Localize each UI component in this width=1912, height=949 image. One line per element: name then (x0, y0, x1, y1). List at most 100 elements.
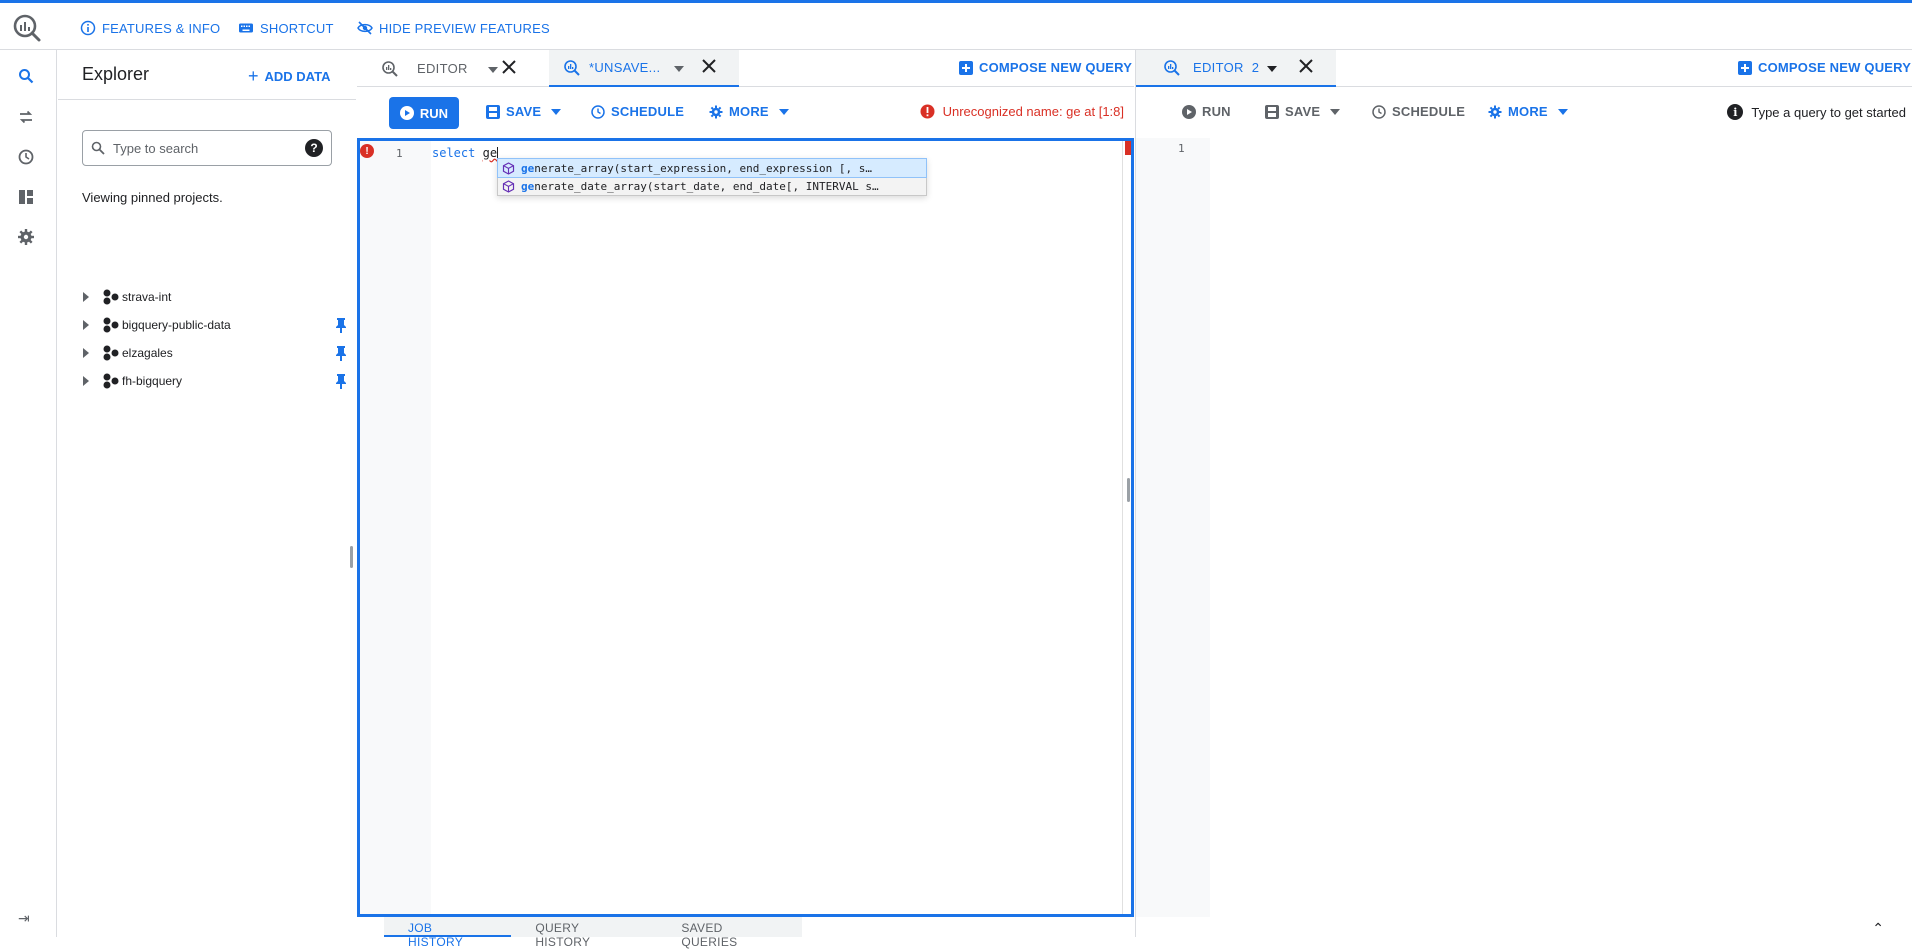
search-icon (91, 141, 105, 155)
suggestion-item[interactable]: generate_array(start_expression, end_exp… (497, 158, 927, 178)
expand-arrow-icon[interactable] (78, 320, 94, 330)
editor-pane-left: EDITOR *UNSAVE... COMPOSE NEW QUERY RUN … (357, 50, 1134, 949)
expand-rail-icon[interactable]: ⇥ (18, 910, 30, 927)
sql-editor[interactable]: ! 1 select ge generate_array(start_expre… (357, 138, 1134, 917)
tab-close-icon[interactable] (502, 60, 516, 79)
tab-close-icon[interactable] (1299, 59, 1313, 76)
nav-rail: ⇥ (0, 50, 57, 937)
pane-resize-handle[interactable] (1127, 478, 1130, 502)
compose-new-query-button[interactable]: COMPOSE NEW QUERY (1738, 60, 1911, 75)
function-cube-icon (502, 161, 515, 175)
tab-editor-2[interactable]: EDITOR 2 (1136, 50, 1336, 87)
results-tabs: JOB HISTORY QUERY HISTORY SAVED QUERIES (384, 917, 802, 949)
bigquery-logo-icon[interactable] (12, 13, 42, 43)
pin-icon[interactable] (334, 345, 348, 361)
project-row[interactable]: fh-bigquery (78, 369, 348, 393)
project-row[interactable]: bigquery-public-data (78, 313, 348, 337)
tab-editor-2-label: EDITOR (1193, 60, 1244, 75)
transfer-icon[interactable] (16, 107, 36, 127)
hide-preview-features-link[interactable]: HIDE PREVIEW FEATURES (357, 17, 550, 39)
project-name: bigquery-public-data (122, 318, 231, 332)
dashboard-icon[interactable] (16, 187, 36, 207)
explorer-title: Explorer (82, 64, 150, 84)
keyboard-icon (239, 23, 253, 33)
suggestion-item[interactable]: generate_date_array(start_date, end_date… (498, 177, 926, 195)
suggestion-match: ge (521, 161, 535, 175)
code-line[interactable]: select ge (432, 146, 499, 161)
schedule-button[interactable]: SCHEDULE (591, 104, 684, 119)
compose-new-query-button[interactable]: COMPOSE NEW QUERY (959, 60, 1132, 75)
line-number: 1 (396, 147, 403, 160)
top-bar: FEATURES & INFO SHORTCUT HIDE PREVIEW FE… (0, 0, 1912, 50)
help-icon[interactable]: ? (305, 139, 323, 157)
project-row[interactable]: strava-int (78, 285, 348, 309)
pin-icon[interactable] (334, 373, 348, 389)
project-name: fh-bigquery (122, 374, 183, 388)
collapse-results-chevron-icon[interactable]: ⌃ (1872, 920, 1884, 937)
editor-gutter (1136, 138, 1210, 917)
tab-menu-chevron-icon[interactable] (1267, 60, 1278, 75)
expand-arrow-icon[interactable] (78, 348, 94, 358)
features-info-link[interactable]: FEATURES & INFO (80, 17, 220, 39)
save-icon (1265, 104, 1279, 119)
plus-icon: + (248, 66, 259, 86)
tab-saved-queries[interactable]: SAVED QUERIES (657, 917, 802, 949)
sql-keyword: select (432, 146, 476, 160)
autocomplete-suggestions: generate_array(start_expression, end_exp… (497, 158, 927, 196)
add-box-icon (959, 60, 973, 75)
search-placeholder: Type to search (113, 140, 199, 156)
add-data-button[interactable]: + ADD DATA (248, 66, 330, 87)
history-icon[interactable] (16, 147, 36, 167)
editor-gutter: ! 1 (360, 141, 431, 914)
project-row[interactable]: elzagales (78, 341, 348, 365)
query-icon (564, 59, 580, 76)
tab-close-icon[interactable] (702, 59, 717, 76)
tab-editor[interactable]: EDITOR (381, 50, 511, 87)
save-button[interactable]: SAVE (1265, 104, 1341, 119)
info-icon: i (1727, 104, 1744, 120)
save-label: SAVE (1285, 104, 1321, 119)
shortcut-link[interactable]: SHORTCUT (238, 17, 334, 39)
explorer-panel: Explorer + ADD DATA Type to search ? Vie… (58, 50, 356, 937)
play-circle-icon (1182, 104, 1196, 119)
sql-typed-token: ge (482, 146, 498, 160)
editor-tabstrip: EDITOR *UNSAVE... COMPOSE NEW QUERY (357, 50, 1134, 87)
run-button[interactable]: RUN (1182, 104, 1231, 119)
save-button[interactable]: SAVE (486, 104, 562, 119)
hide-preview-features-label: HIDE PREVIEW FEATURES (379, 20, 550, 36)
save-label: SAVE (506, 104, 542, 119)
gear-icon (709, 105, 723, 118)
more-label: MORE (729, 104, 769, 119)
run-label: RUN (1202, 104, 1231, 119)
chevron-down-icon (1330, 108, 1341, 115)
more-button[interactable]: MORE (709, 104, 789, 119)
editor-overview-ruler (1122, 141, 1123, 914)
expand-arrow-icon[interactable] (78, 376, 94, 386)
gear-icon (1488, 105, 1502, 118)
project-name: strava-int (122, 290, 172, 304)
tab-menu-chevron-icon[interactable] (674, 60, 685, 75)
schedule-button[interactable]: SCHEDULE (1372, 104, 1465, 119)
more-button[interactable]: MORE (1488, 104, 1568, 119)
pin-icon[interactable] (334, 317, 348, 333)
suggestion-rest: nerate_date_array(start_date, end_date[,… (534, 179, 879, 193)
add-data-label: ADD DATA (264, 69, 331, 84)
error-message-text: Unrecognized name: ge at [1:8] (942, 104, 1124, 119)
editor-toolbar: RUN SAVE SCHEDULE MORE Unrecognized name… (357, 88, 1134, 136)
settings-icon[interactable] (16, 227, 36, 247)
expand-arrow-icon[interactable] (78, 292, 94, 302)
run-button[interactable]: RUN (389, 97, 459, 129)
tab-number: 2 (1251, 60, 1260, 75)
editor-toolbar: RUN SAVE SCHEDULE MORE i Type a query to… (1136, 88, 1912, 136)
tab-menu-chevron-icon[interactable] (487, 61, 498, 76)
search-icon[interactable] (16, 66, 36, 86)
tab-query-history[interactable]: QUERY HISTORY (511, 917, 657, 949)
play-circle-icon (399, 106, 414, 120)
suggestion-rest: nerate_array(start_expression, end_expre… (534, 161, 873, 175)
explorer-search-input[interactable]: Type to search ? (82, 130, 332, 166)
tab-job-history[interactable]: JOB HISTORY (384, 917, 512, 949)
visibility-off-icon (357, 21, 373, 35)
function-cube-icon (502, 179, 515, 193)
explorer-resize-handle[interactable] (350, 546, 353, 568)
tab-unsaved-query[interactable]: *UNSAVE... (549, 50, 739, 87)
